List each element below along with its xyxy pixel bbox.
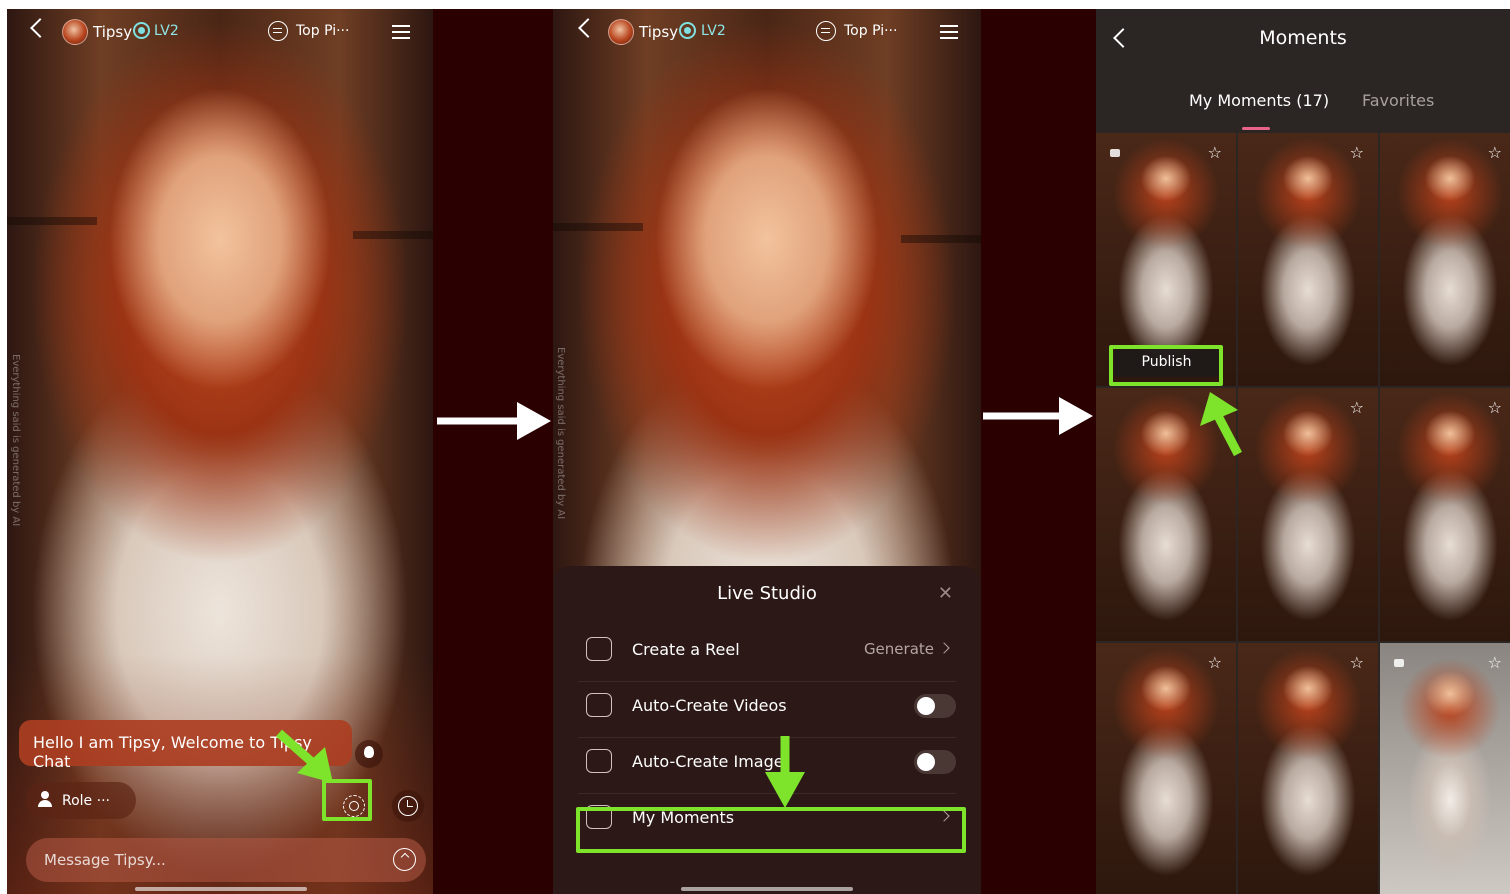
bookshelf bbox=[553, 223, 643, 231]
chat-header: Tipsy LV2 Top Pi··· bbox=[7, 9, 433, 57]
favorite-star-icon[interactable]: ☆ bbox=[1208, 653, 1222, 672]
moment-thumbnail[interactable]: ☆ bbox=[1238, 133, 1378, 386]
send-icon[interactable] bbox=[393, 848, 416, 871]
menu-icon[interactable] bbox=[940, 25, 958, 39]
highlight-my-moments bbox=[576, 807, 966, 853]
bookshelf bbox=[7, 217, 97, 225]
divider-panel bbox=[433, 9, 553, 894]
auto-image-toggle[interactable] bbox=[914, 750, 956, 774]
top-pick-label[interactable]: Top Pi··· bbox=[296, 23, 349, 39]
home-indicator bbox=[135, 887, 307, 891]
auto-videos-toggle[interactable] bbox=[914, 694, 956, 718]
moment-thumbnail[interactable]: ☆ bbox=[1238, 388, 1378, 641]
level-label: LV2 bbox=[701, 23, 726, 39]
level-icon bbox=[133, 22, 150, 39]
video-badge-icon bbox=[1394, 659, 1404, 667]
ai-disclaimer: Everything said is generated by AI bbox=[555, 347, 566, 520]
character-name[interactable]: Tipsy bbox=[93, 23, 132, 41]
top-pick-label[interactable]: Top Pi··· bbox=[844, 23, 897, 39]
moment-thumbnail[interactable]: ☆ bbox=[1238, 643, 1378, 894]
live-studio-screen: Everything said is generated by AI Tipsy… bbox=[553, 9, 981, 894]
back-icon[interactable] bbox=[30, 18, 50, 38]
avatar[interactable] bbox=[608, 19, 634, 45]
highlight-publish bbox=[1109, 345, 1223, 386]
row-label: Create a Reel bbox=[632, 640, 740, 659]
hint-bulb-icon[interactable] bbox=[355, 740, 383, 768]
ai-disclaimer: Everything said is generated by AI bbox=[10, 354, 21, 527]
sheet-title: Live Studio bbox=[717, 583, 817, 604]
sparkle-image-icon bbox=[586, 749, 612, 773]
message-placeholder: Message Tipsy... bbox=[44, 851, 166, 869]
live-studio-sheet: Live Studio ✕ Create a Reel Generate Aut… bbox=[553, 566, 981, 894]
chevron-right-icon bbox=[938, 642, 950, 654]
favorite-star-icon[interactable]: ☆ bbox=[1488, 143, 1502, 162]
bookshelf bbox=[353, 231, 433, 239]
generate-link[interactable]: Generate bbox=[864, 640, 934, 658]
favorite-star-icon[interactable]: ☆ bbox=[1488, 398, 1502, 417]
menu-icon[interactable] bbox=[392, 25, 410, 39]
role-button[interactable]: Role ··· bbox=[26, 782, 136, 819]
close-icon[interactable]: ✕ bbox=[938, 583, 953, 604]
person-icon bbox=[38, 791, 52, 807]
pointer-arrow-icon bbox=[765, 736, 805, 808]
chat-screen: Everything said is generated by AI Tipsy… bbox=[7, 9, 433, 894]
moment-thumbnail[interactable]: ☆ bbox=[1380, 388, 1510, 641]
bookshelf bbox=[901, 235, 981, 243]
favorite-star-icon[interactable]: ☆ bbox=[1350, 398, 1364, 417]
favorite-star-icon[interactable]: ☆ bbox=[1208, 143, 1222, 162]
favorite-star-icon[interactable]: ☆ bbox=[1350, 143, 1364, 162]
level-icon bbox=[679, 22, 696, 39]
row-label: Auto-Create Image bbox=[632, 752, 784, 771]
avatar[interactable] bbox=[62, 19, 88, 45]
moments-screen: Moments My Moments (17) Favorites ☆ Publ… bbox=[1096, 9, 1510, 894]
page-title: Moments bbox=[1259, 27, 1347, 49]
favorite-star-icon[interactable]: ☆ bbox=[1488, 653, 1502, 672]
tutorial-collage: Everything said is generated by AI Tipsy… bbox=[0, 0, 1510, 894]
history-button[interactable] bbox=[392, 790, 424, 822]
moment-thumbnail[interactable]: ☆ bbox=[1096, 643, 1236, 894]
step-arrow-icon bbox=[437, 402, 551, 440]
highlight-live-studio bbox=[322, 779, 372, 821]
video-badge-icon bbox=[1110, 149, 1120, 157]
moment-thumbnail[interactable]: ☆ bbox=[1380, 643, 1510, 894]
row-label: Auto-Create Videos bbox=[632, 696, 787, 715]
auto-create-videos-row: Auto-Create Videos bbox=[578, 681, 956, 731]
video-icon bbox=[586, 637, 612, 661]
switch-icon[interactable] bbox=[816, 21, 836, 41]
moment-thumbnail[interactable]: ☆ bbox=[1380, 133, 1510, 386]
message-input[interactable]: Message Tipsy... bbox=[26, 838, 426, 882]
create-reel-row[interactable]: Create a Reel Generate bbox=[578, 625, 956, 675]
role-label: Role ··· bbox=[62, 793, 110, 809]
step-arrow-icon bbox=[983, 397, 1093, 435]
character-name[interactable]: Tipsy bbox=[639, 23, 678, 41]
moments-header: Moments My Moments (17) Favorites bbox=[1096, 9, 1510, 131]
chat-header: Tipsy LV2 Top Pi··· bbox=[553, 9, 981, 57]
tab-favorites[interactable]: Favorites bbox=[1362, 91, 1434, 110]
home-indicator bbox=[681, 887, 853, 891]
back-icon[interactable] bbox=[578, 18, 598, 38]
divider-panel bbox=[981, 9, 1096, 894]
active-tab-indicator bbox=[1242, 127, 1270, 130]
clock-icon bbox=[398, 796, 418, 816]
pointer-arrow-icon bbox=[1200, 392, 1242, 457]
favorite-star-icon[interactable]: ☆ bbox=[1350, 653, 1364, 672]
level-label: LV2 bbox=[154, 23, 179, 39]
pointer-arrow-icon bbox=[276, 729, 333, 783]
tab-my-moments[interactable]: My Moments (17) bbox=[1189, 91, 1329, 110]
sparkle-video-icon bbox=[586, 693, 612, 717]
switch-icon[interactable] bbox=[268, 21, 288, 41]
